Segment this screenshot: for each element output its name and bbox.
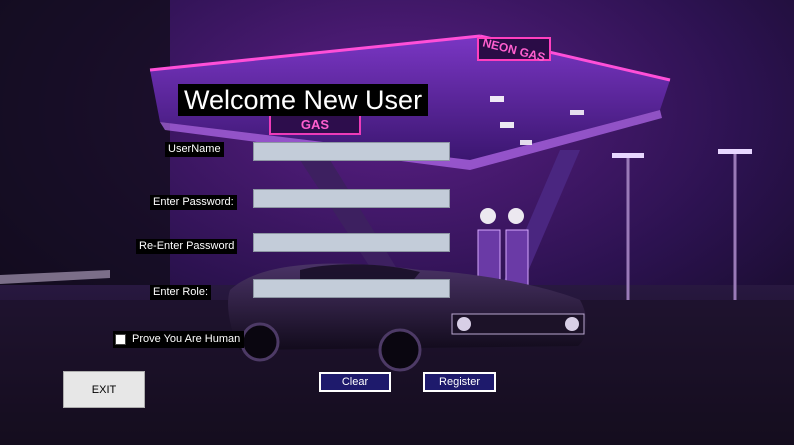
username-label: UserName [165,142,224,157]
password-field[interactable] [253,189,450,208]
reenter-password-field[interactable] [253,233,450,252]
svg-text:GAS: GAS [301,117,330,132]
role-field[interactable] [253,279,450,298]
role-label: Enter Role: [150,285,212,300]
username-field[interactable] [253,142,450,161]
exit-button[interactable]: EXIT [63,371,145,408]
page-title: Welcome New User [178,84,429,116]
reenter-password-label: Re-Enter Password [136,239,238,254]
human-check-label: Prove You Are Human [132,333,241,345]
clear-button[interactable]: Clear [319,372,391,392]
human-check[interactable]: Prove You Are Human [113,331,245,348]
human-checkbox[interactable] [115,334,126,345]
password-label: Enter Password: [150,195,237,210]
register-button[interactable]: Register [423,372,496,392]
